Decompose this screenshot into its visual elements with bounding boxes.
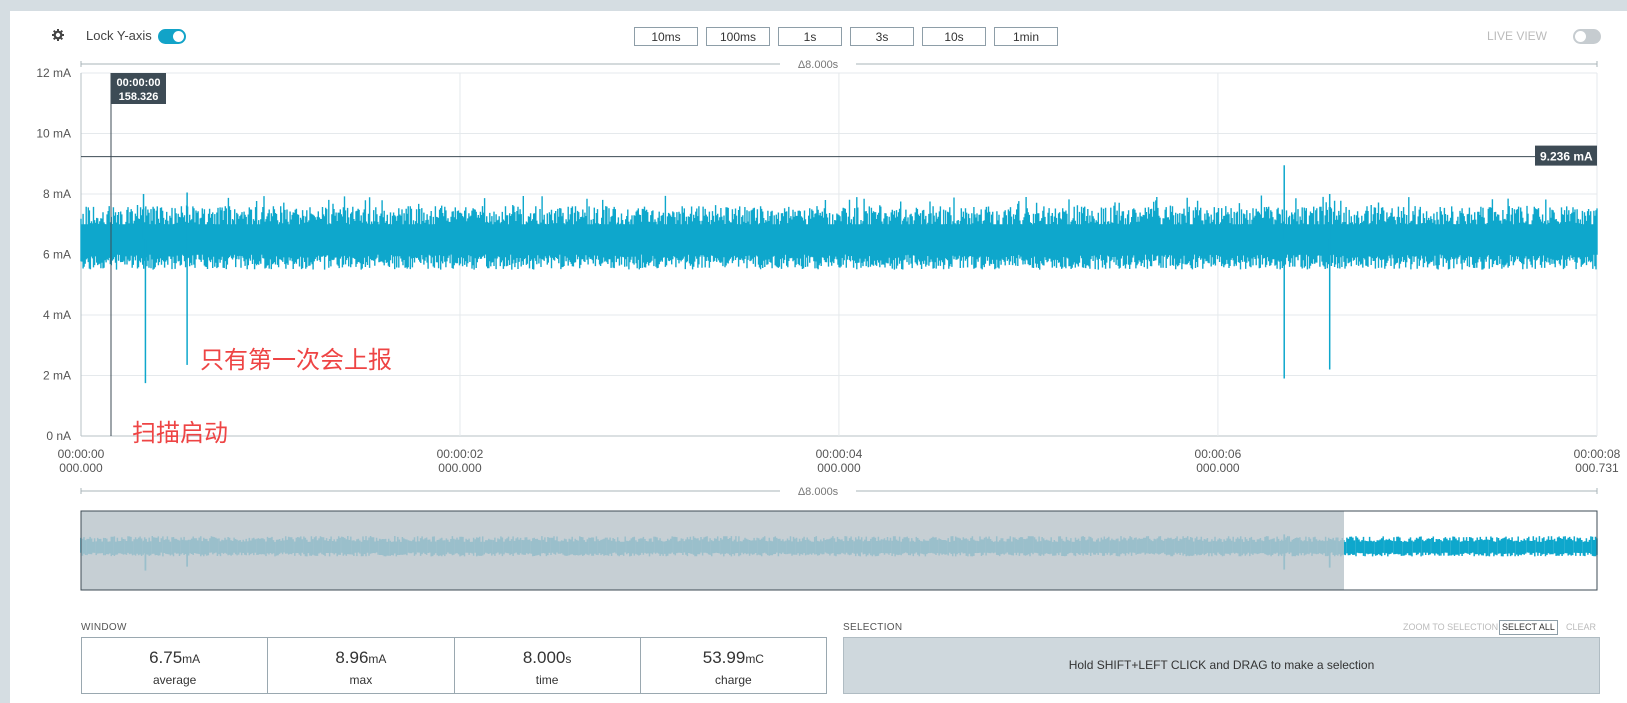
stat-average: 6.75mA average	[82, 638, 269, 693]
y-tick-label: 10 mA	[36, 127, 71, 141]
stat-charge-label: charge	[715, 673, 752, 687]
x-tick-label-time: 00:00:02	[437, 447, 484, 461]
stat-max-label: max	[349, 673, 373, 687]
stat-time-unit: s	[565, 652, 572, 666]
select-all-button[interactable]: SELECT ALL	[1499, 620, 1558, 635]
y-tick-label: 0 nA	[46, 429, 71, 443]
minimap-window-overlay	[81, 511, 1344, 590]
main-panel: Lock Y-axis 10ms 100ms 1s 3s 10s 1min LI…	[10, 11, 1627, 703]
y-tick-label: 6 mA	[43, 248, 71, 262]
x-tick-label-ms: 000.000	[1196, 461, 1240, 475]
minimap[interactable]	[80, 510, 1598, 591]
minimap-delta-label: Δ8.000s	[798, 486, 839, 498]
x-tick-label-ms: 000.000	[817, 461, 861, 475]
value-marker-text: 9.236 mA	[1540, 150, 1593, 164]
stat-max-value: 8.96	[335, 648, 369, 667]
stat-time-value: 8.000	[522, 648, 566, 667]
stat-average-label: average	[152, 673, 197, 687]
clear-selection-button[interactable]: CLEAR	[1563, 620, 1599, 635]
annotation-report-once: 只有第一次会上报	[200, 346, 392, 374]
selection-hint-box[interactable]: Hold SHIFT+LEFT CLICK and DRAG to make a…	[843, 637, 1600, 694]
zoom-to-selection-button[interactable]: ZOOM TO SELECTION	[1400, 620, 1501, 635]
x-tick-label-time: 00:00:04	[816, 447, 863, 461]
stat-charge: 53.99mC charge	[641, 638, 826, 693]
window-stats: 6.75mA average 8.96mA max 8.000s time 53…	[81, 637, 827, 694]
cursor-ms-text: 158.326	[119, 91, 159, 103]
stat-charge-unit: mC	[745, 652, 764, 666]
y-tick-label: 4 mA	[43, 308, 71, 322]
y-tick-label: 12 mA	[36, 66, 71, 80]
stat-average-value: 6.75	[149, 648, 183, 667]
stat-average-unit: mA	[182, 652, 201, 666]
delta-label: Δ8.000s	[798, 59, 839, 71]
stat-time-label: time	[535, 673, 559, 687]
stat-max: 8.96mA max	[268, 638, 455, 693]
window-section-label: WINDOW	[81, 622, 127, 633]
stat-time: 8.000s time	[455, 638, 641, 693]
chart-grid: 12 mA10 mA8 mA6 mA4 mA2 mA0 nA00:00:0000…	[36, 66, 1620, 475]
x-tick-label-ms: 000.000	[59, 461, 103, 475]
annotation-scan-start: 扫描启动	[132, 419, 228, 447]
x-tick-label-time: 00:00:00	[58, 447, 105, 461]
x-tick-label-time: 00:00:08	[1574, 447, 1621, 461]
stat-max-unit: mA	[368, 652, 387, 666]
cursor-time-text: 00:00:00	[116, 77, 160, 89]
stat-charge-value: 53.99	[702, 648, 746, 667]
y-tick-label: 8 mA	[43, 187, 71, 201]
y-tick-label: 2 mA	[43, 369, 71, 383]
chart-area[interactable]: Δ8.000s 12 mA 10 mA 8 mA 6 mA 4 mA 2 mA 0 nA 00…	[10, 11, 1627, 611]
x-tick-label-ms: 000.731	[1575, 461, 1619, 475]
selection-section-label: SELECTION	[843, 622, 903, 633]
trace-core	[81, 224, 1597, 255]
x-tick-label-ms: 000.000	[438, 461, 482, 475]
selection-hint-text: Hold SHIFT+LEFT CLICK and DRAG to make a…	[1068, 658, 1375, 672]
x-tick-label-time: 00:00:06	[1195, 447, 1242, 461]
